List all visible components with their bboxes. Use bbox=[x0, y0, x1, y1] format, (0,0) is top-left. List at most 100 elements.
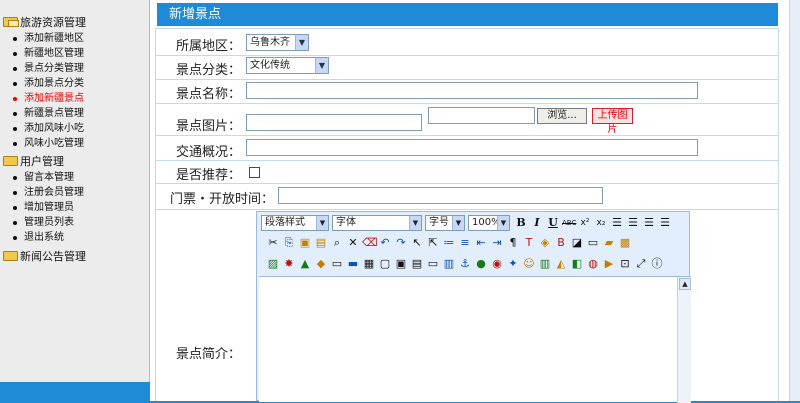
image-path-input[interactable] bbox=[246, 114, 422, 131]
browse-button[interactable]: 浏览... bbox=[537, 108, 587, 124]
sidebar-item-logout[interactable]: 退出系统 bbox=[13, 231, 64, 244]
comment-icon[interactable]: ▰ bbox=[602, 236, 616, 250]
sidebar-item-add-admin[interactable]: 增加管理员 bbox=[13, 201, 74, 214]
traffic-input[interactable] bbox=[246, 139, 698, 156]
group-users[interactable]: 用户管理 bbox=[3, 155, 64, 169]
template-icon[interactable]: ▣ bbox=[394, 257, 408, 271]
table-icon[interactable]: ▭ bbox=[330, 257, 344, 271]
excel-icon[interactable]: ◭ bbox=[554, 257, 568, 271]
form-icon[interactable]: ▬ bbox=[346, 257, 360, 271]
outdent-icon[interactable]: ⇤ bbox=[474, 236, 488, 250]
find-icon[interactable]: ⌕ bbox=[330, 236, 344, 250]
flash-icon[interactable]: ✸ bbox=[282, 257, 296, 271]
file-input[interactable] bbox=[428, 107, 535, 124]
sidebar-item-admin-list[interactable]: 管理员列表 bbox=[13, 216, 74, 229]
redo-icon[interactable]: ↷ bbox=[394, 236, 408, 250]
fullscreen-icon[interactable]: ⤢ bbox=[634, 257, 648, 271]
anchor-icon[interactable]: ⚓ bbox=[458, 257, 472, 271]
emotion-icon[interactable]: ✦ bbox=[506, 257, 520, 271]
sidebar-item-add-category[interactable]: 添加景点分类 bbox=[13, 77, 84, 90]
region-label: 所属地区： bbox=[176, 39, 242, 54]
hr-icon[interactable]: ▤ bbox=[410, 257, 424, 271]
sidebar-item-region-manage[interactable]: 新疆地区管理 bbox=[13, 47, 84, 60]
undo-icon[interactable]: ↶ bbox=[378, 236, 392, 250]
copy-format-icon[interactable]: ▩ bbox=[618, 236, 632, 250]
chevron-down-icon: ▼ bbox=[497, 216, 509, 230]
special-icon[interactable]: ◆ bbox=[314, 257, 328, 271]
textbox-icon[interactable]: ▥ bbox=[442, 257, 456, 271]
export-icon[interactable]: ⊡ bbox=[618, 257, 632, 271]
upload-button[interactable]: 上传图片 bbox=[592, 108, 633, 135]
row-divider bbox=[155, 160, 778, 161]
info-icon[interactable]: ⓘ bbox=[650, 257, 664, 271]
recommend-checkbox[interactable] bbox=[249, 167, 260, 178]
name-input[interactable] bbox=[246, 82, 698, 99]
row-divider bbox=[155, 103, 778, 104]
sidebar-item-add-region[interactable]: 添加新疆地区 bbox=[13, 32, 84, 45]
sidebar-item-add-snack[interactable]: 添加风味小吃 bbox=[13, 122, 84, 135]
bgcolor-icon[interactable]: B bbox=[554, 236, 568, 250]
subscript-icon[interactable]: x₂ bbox=[594, 216, 608, 230]
sidebar-item-snack-manage[interactable]: 风味小吃管理 bbox=[13, 137, 84, 150]
field-icon[interactable]: ▭ bbox=[426, 257, 440, 271]
art-icon[interactable]: ◧ bbox=[570, 257, 584, 271]
strikethrough-icon[interactable]: ABC bbox=[562, 216, 576, 230]
editor-content-area[interactable]: ▲ bbox=[259, 276, 691, 403]
indent-icon[interactable]: ⇥ bbox=[490, 236, 504, 250]
sidebar-item-add-scenic[interactable]: 添加新疆景点 bbox=[13, 92, 84, 105]
editor-scrollbar[interactable]: ▲ bbox=[677, 277, 691, 403]
select-icon[interactable]: ↖ bbox=[410, 236, 424, 250]
spell-icon[interactable]: ◍ bbox=[586, 257, 600, 271]
media-icon[interactable]: ▲ bbox=[298, 257, 312, 271]
page-icon[interactable]: ▢ bbox=[378, 257, 392, 271]
align-center-icon[interactable]: ☰ bbox=[626, 216, 640, 230]
preview-icon[interactable]: ▶ bbox=[602, 257, 616, 271]
frame-icon[interactable]: ▭ bbox=[586, 236, 600, 250]
window-scrollbar[interactable] bbox=[789, 0, 800, 401]
italic-icon[interactable]: I bbox=[530, 216, 544, 230]
unlink-icon[interactable]: ◉ bbox=[490, 257, 504, 271]
sidebar-item-category-manage[interactable]: 景点分类管理 bbox=[13, 62, 84, 75]
group-news[interactable]: 新闻公告管理 bbox=[3, 250, 86, 264]
group-tourism[interactable]: 旅游资源管理 bbox=[3, 16, 86, 30]
image-icon[interactable]: ▨ bbox=[266, 257, 280, 271]
fill-icon[interactable]: ◪ bbox=[570, 236, 584, 250]
category-select[interactable]: 文化传统 ▼ bbox=[246, 57, 329, 74]
cut-icon[interactable]: ✂ bbox=[266, 236, 280, 250]
row-divider bbox=[155, 79, 778, 80]
font-family-select[interactable]: 字体 ▼ bbox=[332, 215, 422, 231]
superscript-icon[interactable]: x² bbox=[578, 216, 592, 230]
zoom-select[interactable]: 100% ▼ bbox=[468, 215, 510, 231]
intro-label: 景点简介： bbox=[176, 347, 242, 362]
grid-icon[interactable]: ▦ bbox=[362, 257, 376, 271]
ticket-input[interactable] bbox=[278, 187, 603, 204]
sidebar-item-scenic-manage[interactable]: 新疆景点管理 bbox=[13, 107, 84, 120]
link-icon[interactable]: ● bbox=[474, 257, 488, 271]
sidebar-item-members[interactable]: 注册会员管理 bbox=[13, 186, 84, 199]
row-divider bbox=[155, 28, 778, 29]
paragraph-style-select[interactable]: 段落样式 ▼ bbox=[261, 215, 329, 231]
eraser-icon[interactable]: ⌫ bbox=[362, 236, 378, 250]
paste-icon[interactable]: ▣ bbox=[298, 236, 312, 250]
copy-icon[interactable]: ⎘ bbox=[282, 236, 296, 250]
highlight-icon[interactable]: ◈ bbox=[538, 236, 552, 250]
region-select[interactable]: 乌鲁木齐 ▼ bbox=[246, 34, 309, 51]
font-size-select[interactable]: 字号 ▼ bbox=[425, 215, 465, 231]
sidebar-item-guestbook[interactable]: 留言本管理 bbox=[13, 171, 74, 184]
ordered-list-icon[interactable]: ≔ bbox=[442, 236, 456, 250]
smiley-icon[interactable]: ☺ bbox=[522, 257, 536, 271]
align-right-icon[interactable]: ☰ bbox=[642, 216, 656, 230]
delete-icon[interactable]: ✕ bbox=[346, 236, 360, 250]
underline-icon[interactable]: U bbox=[546, 216, 560, 230]
scroll-up-icon[interactable]: ▲ bbox=[679, 278, 691, 290]
unordered-list-icon[interactable]: ≡ bbox=[458, 236, 472, 250]
folder-icon bbox=[3, 156, 18, 166]
align-left-icon[interactable]: ☰ bbox=[610, 216, 624, 230]
chart-icon[interactable]: ▥ bbox=[538, 257, 552, 271]
text-color-icon[interactable]: T bbox=[522, 236, 536, 250]
bold-icon[interactable]: B bbox=[514, 216, 528, 230]
paste-text-icon[interactable]: ▤ bbox=[314, 236, 328, 250]
pointer-icon[interactable]: ⇱ bbox=[426, 236, 440, 250]
paragraph-icon[interactable]: ¶ bbox=[506, 236, 520, 250]
align-justify-icon[interactable]: ☰ bbox=[658, 216, 672, 230]
